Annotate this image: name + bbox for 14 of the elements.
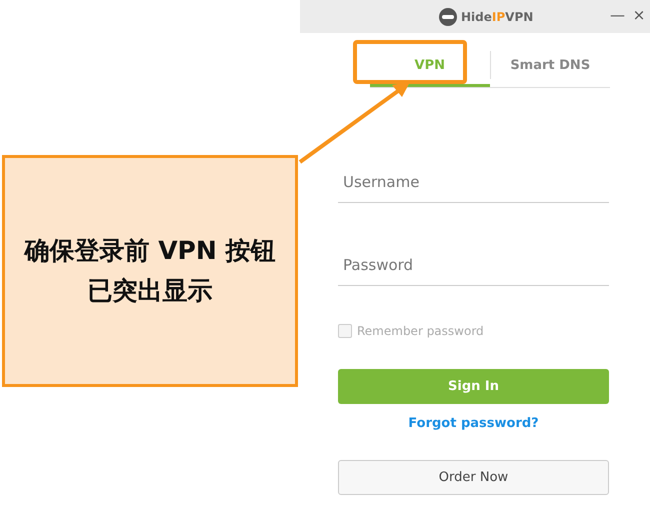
order-now-button[interactable]: Order Now xyxy=(338,460,609,495)
close-button[interactable]: × xyxy=(632,6,646,24)
forgot-password-link[interactable]: Forgot password? xyxy=(408,416,539,431)
password-field[interactable]: Password xyxy=(338,245,609,286)
app-logo-text: HideIPVPN xyxy=(461,10,534,24)
tab[interactable]: Smart DNS xyxy=(490,43,610,87)
remember-label: Remember password xyxy=(357,324,484,338)
remember-checkbox[interactable] xyxy=(338,324,352,338)
logo-icon xyxy=(439,8,457,26)
minimize-button[interactable]: — xyxy=(610,6,624,24)
username-field[interactable]: Username xyxy=(338,162,609,203)
tab[interactable]: VPN xyxy=(370,43,490,87)
callout-text: 确保登录前 VPN 按钮已突出显示 xyxy=(22,235,276,307)
sign-in-button[interactable]: Sign In xyxy=(338,369,609,404)
